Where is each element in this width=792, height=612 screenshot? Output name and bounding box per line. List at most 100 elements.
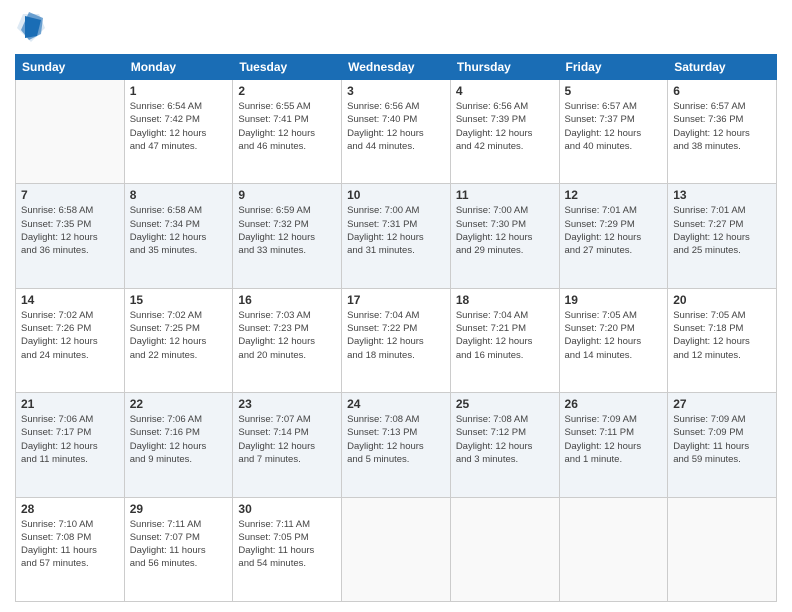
day-info: Sunrise: 7:02 AM Sunset: 7:25 PM Dayligh…	[130, 309, 228, 362]
day-info: Sunrise: 6:54 AM Sunset: 7:42 PM Dayligh…	[130, 100, 228, 153]
day-number: 9	[238, 188, 336, 202]
day-number: 29	[130, 502, 228, 516]
day-number: 21	[21, 397, 119, 411]
day-number: 5	[565, 84, 663, 98]
day-number: 11	[456, 188, 554, 202]
day-info: Sunrise: 6:56 AM Sunset: 7:39 PM Dayligh…	[456, 100, 554, 153]
table-cell: 30 Sunrise: 7:11 AM Sunset: 7:05 PM Dayli…	[233, 497, 342, 601]
table-cell	[342, 497, 451, 601]
day-number: 18	[456, 293, 554, 307]
day-number: 23	[238, 397, 336, 411]
table-cell	[559, 497, 668, 601]
table-cell: 19 Sunrise: 7:05 AM Sunset: 7:20 PM Dayli…	[559, 288, 668, 392]
day-info: Sunrise: 7:00 AM Sunset: 7:31 PM Dayligh…	[347, 204, 445, 257]
day-info: Sunrise: 7:08 AM Sunset: 7:13 PM Dayligh…	[347, 413, 445, 466]
day-number: 19	[565, 293, 663, 307]
calendar-week-row: 14 Sunrise: 7:02 AM Sunset: 7:26 PM Dayli…	[16, 288, 777, 392]
day-number: 7	[21, 188, 119, 202]
day-number: 8	[130, 188, 228, 202]
day-number: 10	[347, 188, 445, 202]
table-cell: 29Sunrise: 7:11 AM Sunset: 7:07 PM Dayli…	[124, 497, 233, 601]
table-cell: 23Sunrise: 7:07 AM Sunset: 7:14 PM Dayli…	[233, 393, 342, 497]
calendar-week-row: 7 Sunrise: 6:58 AM Sunset: 7:35 PM Daylig…	[16, 184, 777, 288]
day-info: Sunrise: 7:02 AM Sunset: 7:26 PM Dayligh…	[21, 309, 119, 362]
day-number: 2	[238, 84, 336, 98]
day-info: Sunrise: 7:05 AM Sunset: 7:20 PM Dayligh…	[565, 309, 663, 362]
day-info: Sunrise: 6:56 AM Sunset: 7:40 PM Dayligh…	[347, 100, 445, 153]
day-number: 30	[238, 502, 336, 516]
day-info: Sunrise: 7:04 AM Sunset: 7:21 PM Dayligh…	[456, 309, 554, 362]
col-friday: Friday	[559, 55, 668, 80]
table-cell: 17Sunrise: 7:04 AM Sunset: 7:22 PM Dayli…	[342, 288, 451, 392]
day-number: 17	[347, 293, 445, 307]
col-saturday: Saturday	[668, 55, 777, 80]
table-cell: 6 Sunrise: 6:57 AM Sunset: 7:36 PM Daylig…	[668, 80, 777, 184]
day-number: 14	[21, 293, 119, 307]
day-info: Sunrise: 7:06 AM Sunset: 7:16 PM Dayligh…	[130, 413, 228, 466]
table-cell: 9 Sunrise: 6:59 AM Sunset: 7:32 PM Daylig…	[233, 184, 342, 288]
table-cell: 11Sunrise: 7:00 AM Sunset: 7:30 PM Dayli…	[450, 184, 559, 288]
day-number: 26	[565, 397, 663, 411]
day-number: 1	[130, 84, 228, 98]
day-info: Sunrise: 7:11 AM Sunset: 7:05 PM Dayligh…	[238, 518, 336, 571]
day-number: 27	[673, 397, 771, 411]
day-info: Sunrise: 7:10 AM Sunset: 7:08 PM Dayligh…	[21, 518, 119, 571]
day-info: Sunrise: 7:01 AM Sunset: 7:27 PM Dayligh…	[673, 204, 771, 257]
day-number: 25	[456, 397, 554, 411]
table-cell: 13 Sunrise: 7:01 AM Sunset: 7:27 PM Dayli…	[668, 184, 777, 288]
day-info: Sunrise: 7:06 AM Sunset: 7:17 PM Dayligh…	[21, 413, 119, 466]
logo-icon	[15, 10, 47, 46]
table-cell	[450, 497, 559, 601]
table-cell: 5 Sunrise: 6:57 AM Sunset: 7:37 PM Daylig…	[559, 80, 668, 184]
day-number: 4	[456, 84, 554, 98]
table-cell: 1 Sunrise: 6:54 AM Sunset: 7:42 PM Daylig…	[124, 80, 233, 184]
col-sunday: Sunday	[16, 55, 125, 80]
table-cell	[16, 80, 125, 184]
table-cell: 4 Sunrise: 6:56 AM Sunset: 7:39 PM Daylig…	[450, 80, 559, 184]
day-number: 15	[130, 293, 228, 307]
day-number: 13	[673, 188, 771, 202]
col-tuesday: Tuesday	[233, 55, 342, 80]
day-info: Sunrise: 7:03 AM Sunset: 7:23 PM Dayligh…	[238, 309, 336, 362]
day-info: Sunrise: 7:09 AM Sunset: 7:09 PM Dayligh…	[673, 413, 771, 466]
day-info: Sunrise: 7:01 AM Sunset: 7:29 PM Dayligh…	[565, 204, 663, 257]
day-info: Sunrise: 6:57 AM Sunset: 7:37 PM Dayligh…	[565, 100, 663, 153]
day-info: Sunrise: 6:55 AM Sunset: 7:41 PM Dayligh…	[238, 100, 336, 153]
header	[15, 10, 777, 46]
day-info: Sunrise: 7:08 AM Sunset: 7:12 PM Dayligh…	[456, 413, 554, 466]
table-cell: 15 Sunrise: 7:02 AM Sunset: 7:25 PM Dayli…	[124, 288, 233, 392]
day-number: 6	[673, 84, 771, 98]
calendar-table: Sunday Monday Tuesday Wednesday Thursday…	[15, 54, 777, 602]
table-cell: 2 Sunrise: 6:55 AM Sunset: 7:41 PM Daylig…	[233, 80, 342, 184]
table-cell: 14 Sunrise: 7:02 AM Sunset: 7:26 PM Dayli…	[16, 288, 125, 392]
table-cell: 12 Sunrise: 7:01 AM Sunset: 7:29 PM Dayli…	[559, 184, 668, 288]
calendar-week-row: 1 Sunrise: 6:54 AM Sunset: 7:42 PM Daylig…	[16, 80, 777, 184]
table-cell: 28 Sunrise: 7:10 AM Sunset: 7:08 PM Dayli…	[16, 497, 125, 601]
table-cell: 10 Sunrise: 7:00 AM Sunset: 7:31 PM Dayli…	[342, 184, 451, 288]
day-number: 28	[21, 502, 119, 516]
day-info: Sunrise: 6:59 AM Sunset: 7:32 PM Dayligh…	[238, 204, 336, 257]
day-number: 20	[673, 293, 771, 307]
day-number: 24	[347, 397, 445, 411]
day-number: 12	[565, 188, 663, 202]
day-info: Sunrise: 7:09 AM Sunset: 7:11 PM Dayligh…	[565, 413, 663, 466]
col-monday: Monday	[124, 55, 233, 80]
day-number: 3	[347, 84, 445, 98]
table-cell: 27 Sunrise: 7:09 AM Sunset: 7:09 PM Dayli…	[668, 393, 777, 497]
logo	[15, 10, 50, 46]
calendar-week-row: 21 Sunrise: 7:06 AM Sunset: 7:17 PM Dayli…	[16, 393, 777, 497]
table-cell: 20 Sunrise: 7:05 AM Sunset: 7:18 PM Dayli…	[668, 288, 777, 392]
table-cell: 3 Sunrise: 6:56 AM Sunset: 7:40 PM Daylig…	[342, 80, 451, 184]
table-cell: 18 Sunrise: 7:04 AM Sunset: 7:21 PM Dayli…	[450, 288, 559, 392]
table-cell: 8Sunrise: 6:58 AM Sunset: 7:34 PM Daylig…	[124, 184, 233, 288]
table-cell: 24 Sunrise: 7:08 AM Sunset: 7:13 PM Dayli…	[342, 393, 451, 497]
day-info: Sunrise: 7:05 AM Sunset: 7:18 PM Dayligh…	[673, 309, 771, 362]
table-cell: 21 Sunrise: 7:06 AM Sunset: 7:17 PM Dayli…	[16, 393, 125, 497]
day-number: 22	[130, 397, 228, 411]
calendar-week-row: 28 Sunrise: 7:10 AM Sunset: 7:08 PM Dayli…	[16, 497, 777, 601]
col-wednesday: Wednesday	[342, 55, 451, 80]
day-info: Sunrise: 6:58 AM Sunset: 7:35 PM Dayligh…	[21, 204, 119, 257]
day-info: Sunrise: 6:57 AM Sunset: 7:36 PM Dayligh…	[673, 100, 771, 153]
col-thursday: Thursday	[450, 55, 559, 80]
calendar-header-row: Sunday Monday Tuesday Wednesday Thursday…	[16, 55, 777, 80]
